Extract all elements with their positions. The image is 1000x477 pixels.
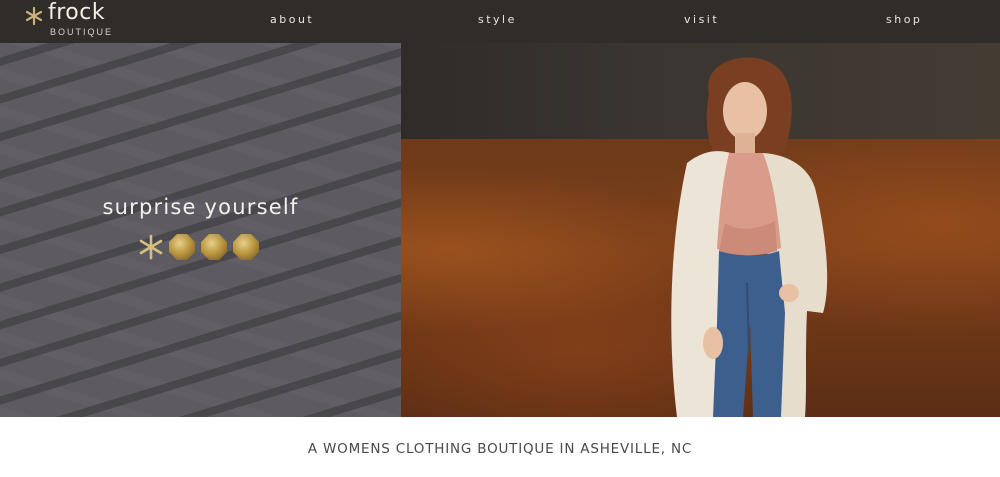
gold-octagon-icon xyxy=(201,234,227,260)
model-photo xyxy=(671,57,828,417)
asterisk-star-icon xyxy=(25,6,43,26)
hero-photo-panel xyxy=(401,43,1000,417)
top-navigation-bar: frock BOUTIQUE about style visit shop xyxy=(0,0,1000,43)
gold-asterisk-icon xyxy=(139,234,163,260)
decorative-icons-row xyxy=(137,233,267,263)
nav-link-style[interactable]: style xyxy=(478,13,517,26)
brand-logo-link[interactable]: frock BOUTIQUE xyxy=(24,0,124,39)
hero-banner: surprise yourself xyxy=(0,43,1000,417)
texture-overlay xyxy=(0,43,401,417)
nav-link-visit[interactable]: visit xyxy=(684,13,719,26)
nav-link-about[interactable]: about xyxy=(270,13,314,26)
boutique-description: A WOMENS CLOTHING BOUTIQUE IN ASHEVILLE,… xyxy=(307,441,693,457)
hero-tagline: surprise yourself xyxy=(102,195,299,219)
brand-subtitle: BOUTIQUE xyxy=(50,27,114,37)
nav-link-shop[interactable]: shop xyxy=(886,13,922,26)
gold-octagon-icon xyxy=(169,234,195,260)
brand-name: frock xyxy=(48,0,106,25)
gold-octagon-icon xyxy=(233,234,259,260)
hero-textured-panel: surprise yourself xyxy=(0,43,401,417)
